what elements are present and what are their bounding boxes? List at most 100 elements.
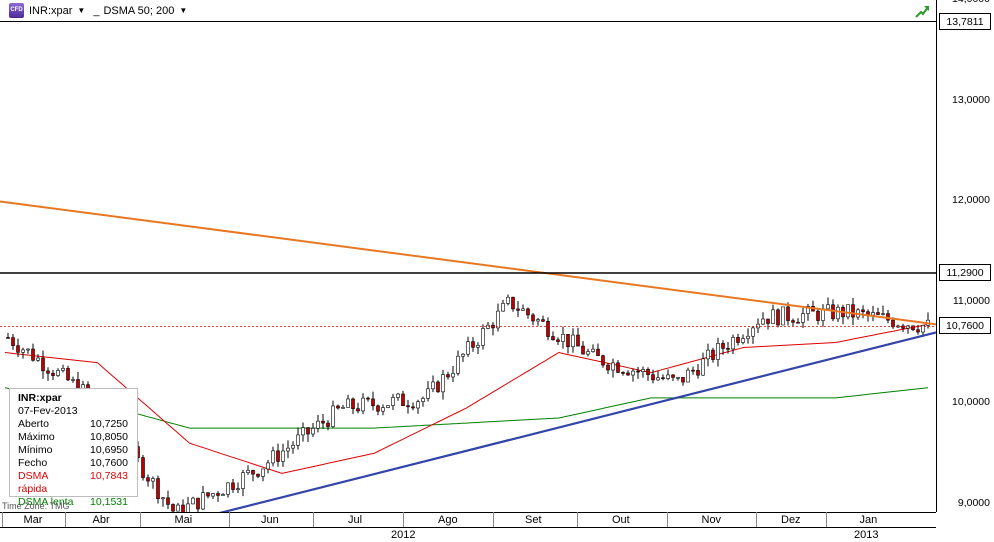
info-row-label: Fecho <box>18 457 48 469</box>
info-row-value: 10,8050 <box>90 431 128 443</box>
candle-body <box>316 420 320 429</box>
month-tick <box>403 512 404 527</box>
candle-body <box>226 482 230 495</box>
price-tag: 13,7811 <box>939 13 991 31</box>
price-tick-label: 14,0000 <box>952 0 990 5</box>
candle-body <box>746 335 750 339</box>
price-tick-label: 11,0000 <box>952 295 990 308</box>
candle-body <box>576 334 580 347</box>
candle-body <box>431 381 435 390</box>
price-tick-label: 13,0000 <box>952 93 990 106</box>
candle-body <box>426 388 430 399</box>
candle-body <box>441 374 445 393</box>
candle-body <box>851 304 855 318</box>
candle-body <box>601 355 605 366</box>
candle-body <box>736 337 740 343</box>
candle-body <box>211 493 215 497</box>
candle-body <box>536 319 540 322</box>
month-tick <box>65 512 66 527</box>
candle-body <box>446 374 450 378</box>
month-label: Jun <box>261 514 279 526</box>
info-row: Aberto 10,7250 <box>18 418 137 431</box>
candle-body <box>791 320 795 323</box>
candle-body <box>516 308 520 311</box>
plot-area <box>0 22 936 512</box>
candle-body <box>521 308 525 311</box>
candle-body <box>331 405 335 427</box>
candle-body <box>286 447 290 452</box>
year-label: 2013 <box>854 529 879 541</box>
info-row: Mínimo 10,6950 <box>18 444 137 457</box>
info-row-label: Aberto <box>18 418 49 430</box>
candle-body <box>476 345 480 348</box>
candle-body <box>421 398 425 402</box>
candle-body <box>301 427 305 436</box>
candle-body <box>686 369 690 383</box>
candle-body <box>621 372 625 374</box>
candle-body <box>586 351 590 355</box>
month-tick <box>826 512 827 527</box>
month-tick <box>493 512 494 527</box>
candle-body <box>456 355 460 374</box>
month-label: Jul <box>348 514 363 526</box>
price-axis: 14,0000 13,0000 12,0000 11,0000 10,0000 9,000… <box>936 0 994 512</box>
candle-body <box>571 334 575 348</box>
info-box: INR:xpar 07-Fev-2013 Aberto 10,7250 Máximo… <box>9 388 138 508</box>
candle-body <box>816 310 820 321</box>
candle-body <box>726 348 730 350</box>
info-row-value: 10,6950 <box>90 444 128 456</box>
info-row: DSMA rápida 10,7843 <box>18 470 137 496</box>
candle-body <box>26 348 30 351</box>
candle-body <box>346 398 350 408</box>
info-row-label: Mínimo <box>18 444 53 456</box>
candle-body <box>191 497 195 505</box>
candle-body <box>216 493 220 496</box>
candle-body <box>596 348 600 356</box>
info-row-label: Máximo <box>18 431 55 443</box>
candle-body <box>401 393 405 406</box>
candle-body <box>671 374 675 378</box>
candle-body <box>156 478 160 500</box>
month-label: Abr <box>92 514 110 526</box>
candle-body <box>181 504 185 512</box>
candle-body <box>381 407 385 412</box>
candle-body <box>436 381 440 393</box>
candle-body <box>556 339 560 342</box>
candle-body <box>741 338 745 343</box>
candle-body <box>561 334 565 342</box>
candle-body <box>221 494 225 496</box>
candle-body <box>46 370 50 374</box>
time-axis: Mar Abr Mai Jun Jul Ago Set Out Nov Dez Jan 2012 201… <box>0 512 994 542</box>
candle-body <box>566 334 570 348</box>
candle-body <box>711 349 715 360</box>
candle-body <box>771 309 775 324</box>
candle-body <box>626 372 630 376</box>
price-chart[interactable] <box>0 0 994 512</box>
candle-body <box>416 401 420 409</box>
candle-body <box>171 504 175 512</box>
candle-body <box>371 398 375 407</box>
candle-body <box>661 377 665 380</box>
month-label: Set <box>525 514 542 526</box>
candle-body <box>341 407 345 409</box>
candle-body <box>336 405 340 409</box>
price-tick-label: 12,0000 <box>952 194 990 207</box>
candle-body <box>186 503 190 512</box>
candle-body <box>546 320 550 337</box>
candle-body <box>271 450 275 464</box>
info-row-value: 10,1531 <box>90 496 128 508</box>
month-tick <box>577 512 578 527</box>
candle-body <box>631 370 635 376</box>
info-rows: Aberto 10,7250 Máximo 10,8050 Mínimo 10,6950 F… <box>18 418 137 509</box>
candle-body <box>731 337 735 350</box>
candle-body <box>676 377 680 379</box>
info-row-label: DSMA rápida <box>18 470 48 495</box>
candle-body <box>861 309 865 313</box>
candle-body <box>161 497 165 500</box>
candle-body <box>281 450 285 462</box>
candle-body <box>256 473 260 477</box>
candle-body <box>396 393 400 398</box>
candle-body <box>781 306 785 326</box>
month-tick <box>756 512 757 527</box>
candle-body <box>636 370 640 373</box>
